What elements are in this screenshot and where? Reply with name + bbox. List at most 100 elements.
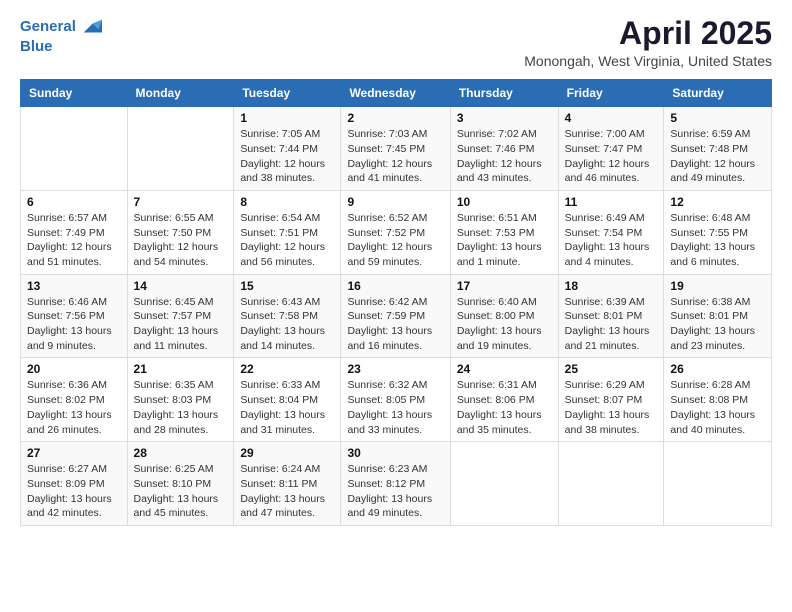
day-info: Sunrise: 6:45 AMSunset: 7:57 PMDaylight:… — [134, 295, 228, 354]
calendar-cell — [558, 442, 664, 526]
day-number: 7 — [134, 195, 228, 209]
calendar-cell: 27 Sunrise: 6:27 AMSunset: 8:09 PMDayligh… — [21, 442, 128, 526]
day-number: 3 — [457, 111, 552, 125]
calendar-cell: 2 Sunrise: 7:03 AMSunset: 7:45 PMDaylight… — [341, 107, 450, 191]
calendar-cell: 11 Sunrise: 6:49 AMSunset: 7:54 PMDayligh… — [558, 190, 664, 274]
calendar-week-row: 1Sunrise: 7:05 AMSunset: 7:44 PMDaylight… — [21, 107, 772, 191]
day-info: Sunrise: 6:25 AMSunset: 8:10 PMDaylight:… — [134, 462, 228, 521]
day-info: Sunrise: 6:23 AMSunset: 8:12 PMDaylight:… — [347, 462, 443, 521]
day-info: Sunrise: 6:57 AMSunset: 7:49 PMDaylight:… — [27, 211, 121, 270]
day-number: 19 — [670, 279, 765, 293]
day-info: Sunrise: 6:29 AMSunset: 8:07 PMDaylight:… — [565, 378, 658, 437]
day-info: Sunrise: 6:33 AMSunset: 8:04 PMDaylight:… — [240, 378, 334, 437]
location-subtitle: Monongah, West Virginia, United States — [524, 53, 772, 69]
calendar-cell: 21 Sunrise: 6:35 AMSunset: 8:03 PMDayligh… — [127, 358, 234, 442]
day-number: 27 — [27, 446, 121, 460]
day-number: 9 — [347, 195, 443, 209]
day-number: 2 — [347, 111, 443, 125]
day-number: 4 — [565, 111, 658, 125]
day-info: Sunrise: 6:38 AMSunset: 8:01 PMDaylight:… — [670, 295, 765, 354]
day-header-saturday: Saturday — [664, 80, 772, 107]
calendar-cell — [127, 107, 234, 191]
day-number: 14 — [134, 279, 228, 293]
day-header-tuesday: Tuesday — [234, 80, 341, 107]
day-header-monday: Monday — [127, 80, 234, 107]
day-info: Sunrise: 7:02 AMSunset: 7:46 PMDaylight:… — [457, 127, 552, 186]
day-number: 22 — [240, 362, 334, 376]
calendar-cell — [21, 107, 128, 191]
day-number: 1 — [240, 111, 334, 125]
day-header-wednesday: Wednesday — [341, 80, 450, 107]
calendar-cell: 26 Sunrise: 6:28 AMSunset: 8:08 PMDayligh… — [664, 358, 772, 442]
calendar-week-row: 6 Sunrise: 6:57 AMSunset: 7:49 PMDaylight… — [21, 190, 772, 274]
day-info: Sunrise: 6:39 AMSunset: 8:01 PMDaylight:… — [565, 295, 658, 354]
calendar-body: 1Sunrise: 7:05 AMSunset: 7:44 PMDaylight… — [21, 107, 772, 526]
calendar-week-row: 27 Sunrise: 6:27 AMSunset: 8:09 PMDayligh… — [21, 442, 772, 526]
calendar-cell: 3 Sunrise: 7:02 AMSunset: 7:46 PMDaylight… — [450, 107, 558, 191]
calendar-week-row: 13 Sunrise: 6:46 AMSunset: 7:56 PMDayligh… — [21, 274, 772, 358]
calendar-cell: 23Sunrise: 6:32 AMSunset: 8:05 PMDayligh… — [341, 358, 450, 442]
day-info: Sunrise: 6:24 AMSunset: 8:11 PMDaylight:… — [240, 462, 334, 521]
day-info: Sunrise: 6:55 AMSunset: 7:50 PMDaylight:… — [134, 211, 228, 270]
day-number: 21 — [134, 362, 228, 376]
day-number: 17 — [457, 279, 552, 293]
day-number: 29 — [240, 446, 334, 460]
day-info: Sunrise: 7:00 AMSunset: 7:47 PMDaylight:… — [565, 127, 658, 186]
calendar-cell: 19 Sunrise: 6:38 AMSunset: 8:01 PMDayligh… — [664, 274, 772, 358]
calendar-week-row: 20Sunrise: 6:36 AMSunset: 8:02 PMDayligh… — [21, 358, 772, 442]
calendar-cell: 17 Sunrise: 6:40 AMSunset: 8:00 PMDayligh… — [450, 274, 558, 358]
day-number: 8 — [240, 195, 334, 209]
day-info: Sunrise: 6:49 AMSunset: 7:54 PMDaylight:… — [565, 211, 658, 270]
day-info: Sunrise: 6:46 AMSunset: 7:56 PMDaylight:… — [27, 295, 121, 354]
day-info: Sunrise: 6:52 AMSunset: 7:52 PMDaylight:… — [347, 211, 443, 270]
day-number: 11 — [565, 195, 658, 209]
logo: General Blue — [20, 16, 102, 56]
day-number: 6 — [27, 195, 121, 209]
day-info: Sunrise: 6:35 AMSunset: 8:03 PMDaylight:… — [134, 378, 228, 437]
calendar-cell: 16Sunrise: 6:42 AMSunset: 7:59 PMDayligh… — [341, 274, 450, 358]
calendar-cell: 20Sunrise: 6:36 AMSunset: 8:02 PMDayligh… — [21, 358, 128, 442]
day-number: 18 — [565, 279, 658, 293]
calendar-cell: 30 Sunrise: 6:23 AMSunset: 8:12 PMDayligh… — [341, 442, 450, 526]
day-info: Sunrise: 6:28 AMSunset: 8:08 PMDaylight:… — [670, 378, 765, 437]
calendar-cell: 24 Sunrise: 6:31 AMSunset: 8:06 PMDayligh… — [450, 358, 558, 442]
calendar-cell: 10 Sunrise: 6:51 AMSunset: 7:53 PMDayligh… — [450, 190, 558, 274]
calendar-cell: 8 Sunrise: 6:54 AMSunset: 7:51 PMDaylight… — [234, 190, 341, 274]
day-info: Sunrise: 6:51 AMSunset: 7:53 PMDaylight:… — [457, 211, 552, 270]
day-info: Sunrise: 6:54 AMSunset: 7:51 PMDaylight:… — [240, 211, 334, 270]
page-header: General Blue April 2025 Monongah, West V… — [20, 16, 772, 69]
calendar-cell: 4 Sunrise: 7:00 AMSunset: 7:47 PMDaylight… — [558, 107, 664, 191]
calendar-cell: 25Sunrise: 6:29 AMSunset: 8:07 PMDayligh… — [558, 358, 664, 442]
day-header-sunday: Sunday — [21, 80, 128, 107]
calendar-cell: 14 Sunrise: 6:45 AMSunset: 7:57 PMDayligh… — [127, 274, 234, 358]
day-number: 13 — [27, 279, 121, 293]
calendar-cell: 28Sunrise: 6:25 AMSunset: 8:10 PMDayligh… — [127, 442, 234, 526]
calendar-cell: 15 Sunrise: 6:43 AMSunset: 7:58 PMDayligh… — [234, 274, 341, 358]
calendar-cell: 5Sunrise: 6:59 AMSunset: 7:48 PMDaylight… — [664, 107, 772, 191]
day-number: 10 — [457, 195, 552, 209]
day-info: Sunrise: 6:31 AMSunset: 8:06 PMDaylight:… — [457, 378, 552, 437]
calendar-cell: 29 Sunrise: 6:24 AMSunset: 8:11 PMDayligh… — [234, 442, 341, 526]
day-info: Sunrise: 7:03 AMSunset: 7:45 PMDaylight:… — [347, 127, 443, 186]
day-info: Sunrise: 6:27 AMSunset: 8:09 PMDaylight:… — [27, 462, 121, 521]
day-info: Sunrise: 6:32 AMSunset: 8:05 PMDaylight:… — [347, 378, 443, 437]
calendar-cell: 22 Sunrise: 6:33 AMSunset: 8:04 PMDayligh… — [234, 358, 341, 442]
calendar-cell — [450, 442, 558, 526]
title-block: April 2025 Monongah, West Virginia, Unit… — [524, 16, 772, 69]
day-number: 5 — [670, 111, 765, 125]
logo-subtext: Blue — [20, 38, 102, 56]
day-info: Sunrise: 6:48 AMSunset: 7:55 PMDaylight:… — [670, 211, 765, 270]
calendar-cell: 1Sunrise: 7:05 AMSunset: 7:44 PMDaylight… — [234, 107, 341, 191]
day-number: 12 — [670, 195, 765, 209]
day-number: 15 — [240, 279, 334, 293]
day-number: 26 — [670, 362, 765, 376]
day-number: 24 — [457, 362, 552, 376]
calendar-cell: 6 Sunrise: 6:57 AMSunset: 7:49 PMDaylight… — [21, 190, 128, 274]
day-info: Sunrise: 6:40 AMSunset: 8:00 PMDaylight:… — [457, 295, 552, 354]
day-number: 30 — [347, 446, 443, 460]
day-info: Sunrise: 6:42 AMSunset: 7:59 PMDaylight:… — [347, 295, 443, 354]
day-header-thursday: Thursday — [450, 80, 558, 107]
calendar-table: SundayMondayTuesdayWednesdayThursdayFrid… — [20, 79, 772, 526]
calendar-header-row: SundayMondayTuesdayWednesdayThursdayFrid… — [21, 80, 772, 107]
day-info: Sunrise: 6:43 AMSunset: 7:58 PMDaylight:… — [240, 295, 334, 354]
